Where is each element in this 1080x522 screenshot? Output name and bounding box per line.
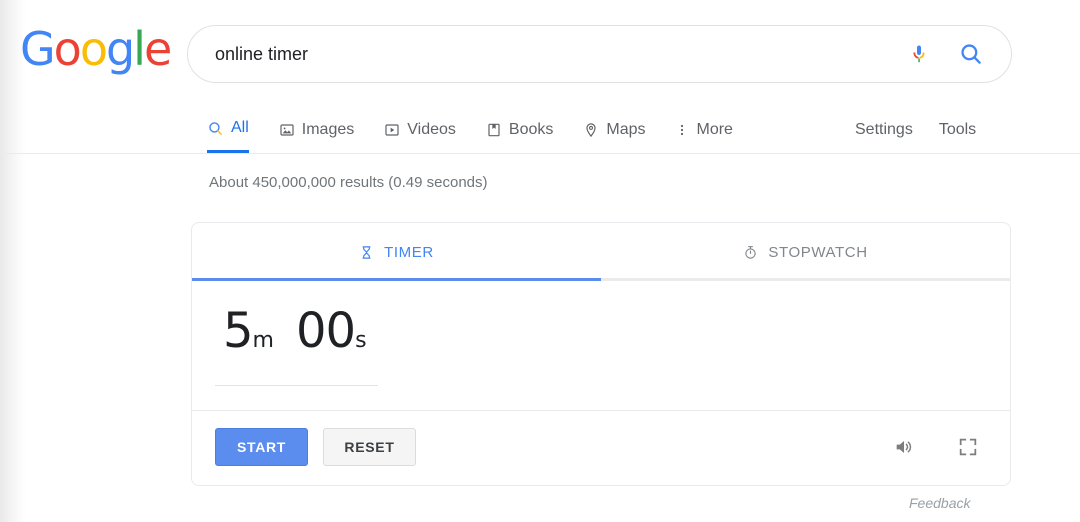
tab-maps-label: Maps — [606, 120, 646, 138]
reset-button[interactable]: RESET — [323, 428, 416, 466]
tab-more-label: More — [696, 120, 733, 138]
search-bar[interactable] — [187, 25, 1012, 83]
video-icon — [384, 122, 400, 138]
timer-widget-card: TIMER STOPWATCH 5m 00s START RESET — [191, 222, 1011, 486]
microphone-icon[interactable] — [897, 32, 941, 76]
start-button[interactable]: START — [215, 428, 308, 466]
search-header: Google online timer All Images Videos Bo… — [0, 0, 1080, 155]
timer-seconds: 00 — [295, 303, 356, 359]
tab-videos[interactable]: Videos — [384, 106, 456, 153]
map-pin-icon — [583, 122, 599, 138]
hourglass-icon — [359, 244, 374, 261]
timer-display-area: 5m 00s — [192, 281, 1010, 411]
result-stats: About 450,000,000 results (0.49 seconds) — [209, 174, 488, 191]
tab-images[interactable]: Images — [279, 106, 354, 153]
timer-input-underline — [215, 385, 378, 386]
tab-more[interactable]: More — [675, 106, 733, 153]
stopwatch-icon — [743, 244, 758, 261]
tab-timer-label: TIMER — [384, 243, 434, 261]
tools-button[interactable]: Tools — [939, 121, 976, 139]
logo-letter-l: l — [133, 22, 146, 76]
tab-images-label: Images — [301, 120, 355, 138]
image-icon — [279, 122, 295, 138]
logo-letter-e: e — [143, 22, 172, 76]
logo-letter-g1: G — [20, 22, 56, 76]
timer-minutes: 5 — [223, 303, 254, 359]
book-icon — [486, 122, 502, 138]
search-input[interactable] — [213, 42, 897, 66]
google-logo[interactable]: Google — [20, 22, 172, 76]
timer-minutes-unit: m — [252, 328, 274, 353]
tab-all[interactable]: All — [207, 106, 249, 153]
sound-on-icon[interactable] — [891, 434, 917, 460]
tab-maps[interactable]: Maps — [583, 106, 645, 153]
tab-books[interactable]: Books — [486, 106, 553, 153]
tab-all-label: All — [231, 119, 249, 136]
logo-letter-o2: o — [79, 22, 108, 76]
search-submit-icon[interactable] — [947, 32, 995, 76]
logo-letter-g2: g — [105, 22, 135, 76]
timer-value[interactable]: 5m 00s — [223, 303, 367, 359]
timer-seconds-unit: s — [355, 328, 367, 353]
fullscreen-icon[interactable] — [955, 434, 981, 460]
more-vertical-icon — [675, 122, 689, 138]
tab-stopwatch-label: STOPWATCH — [768, 243, 868, 261]
search-icon — [207, 120, 224, 137]
tab-stopwatch[interactable]: STOPWATCH — [601, 223, 1010, 281]
timer-controls: START RESET — [192, 411, 1010, 483]
tab-books-label: Books — [508, 120, 554, 138]
feedback-link[interactable]: Feedback — [909, 495, 970, 511]
timer-widget-tabs: TIMER STOPWATCH — [192, 223, 1010, 281]
logo-letter-o1: o — [53, 22, 82, 76]
settings-button[interactable]: Settings — [855, 121, 913, 139]
search-nav-tabs: All Images Videos Books Maps More Settin… — [0, 106, 1080, 154]
tab-videos-label: Videos — [407, 120, 456, 138]
tab-timer[interactable]: TIMER — [192, 223, 601, 281]
